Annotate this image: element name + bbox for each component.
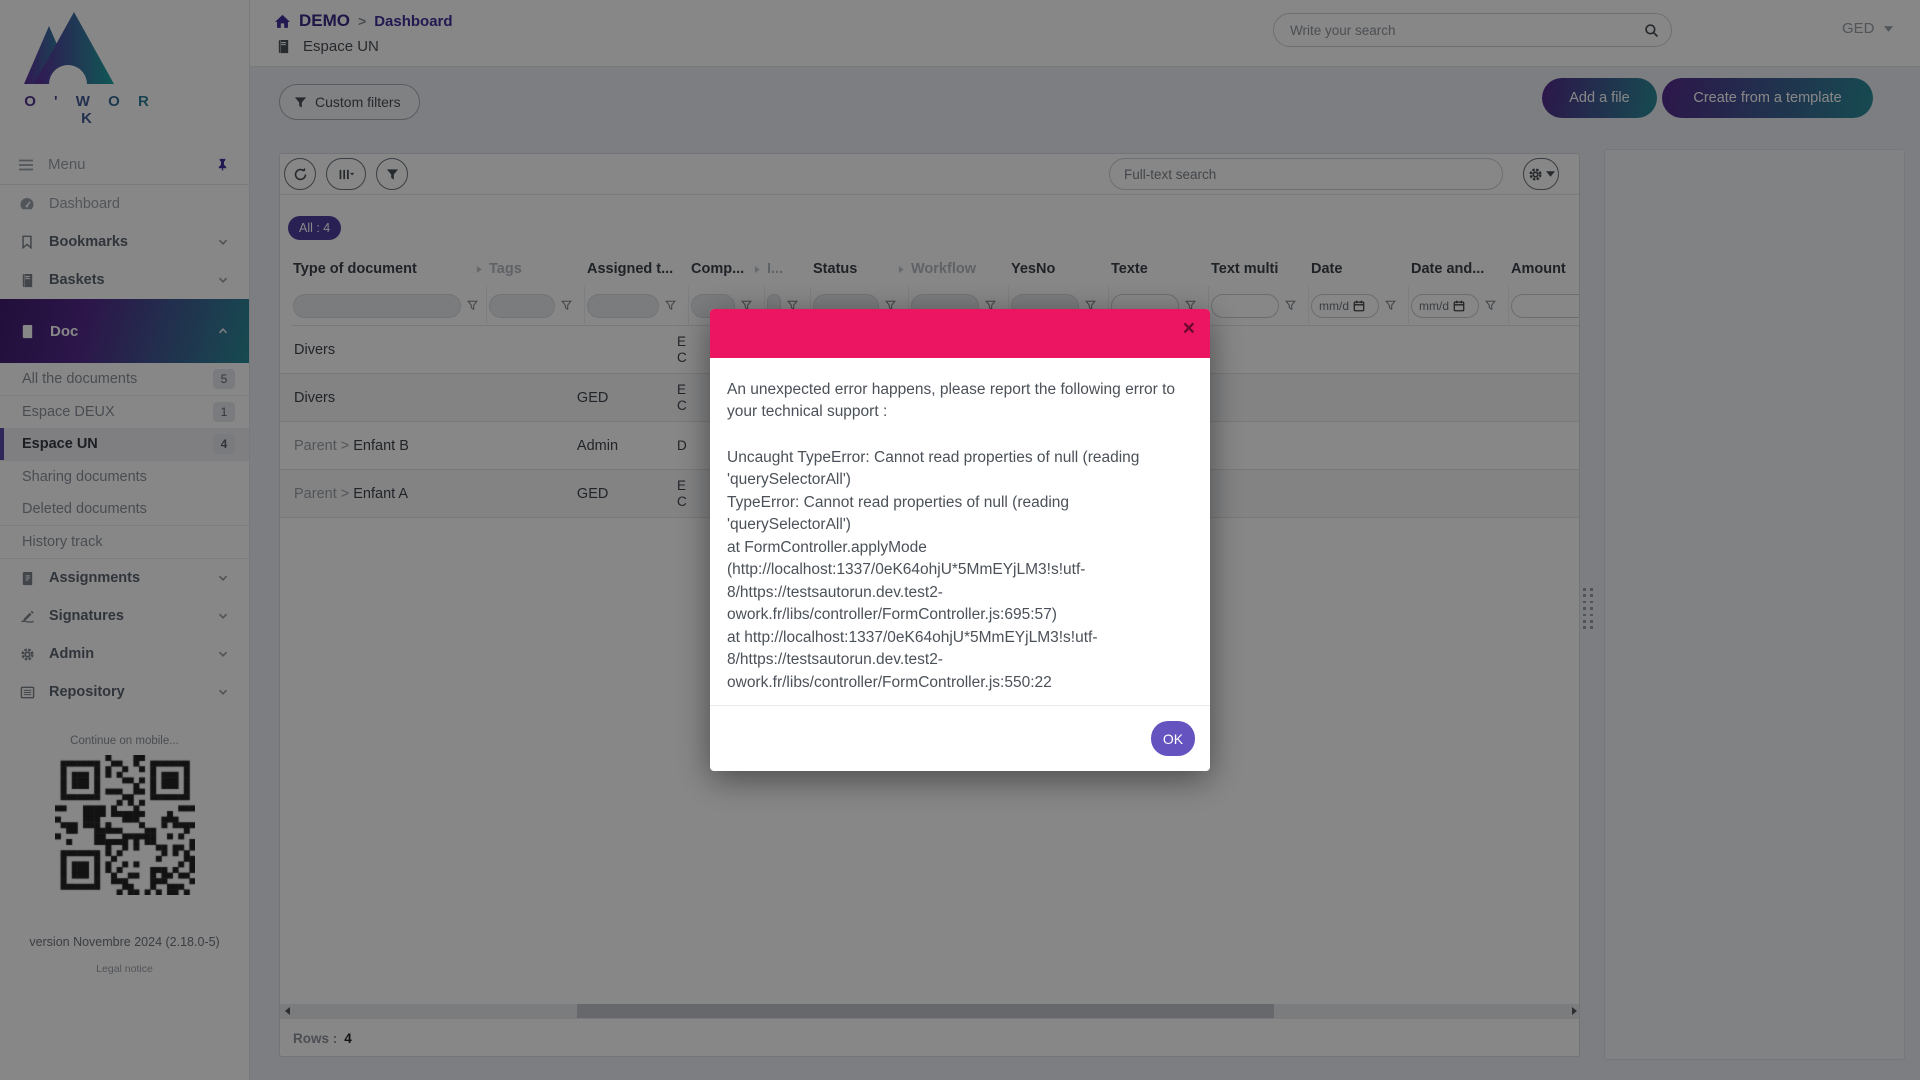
error-modal-header: × xyxy=(710,309,1210,358)
error-modal-body: An unexpected error happens, please repo… xyxy=(710,358,1210,705)
error-line: Uncaught TypeError: Cannot read properti… xyxy=(727,447,1194,492)
error-stacktrace: Uncaught TypeError: Cannot read properti… xyxy=(727,447,1194,694)
error-line: TypeError: Cannot read properties of nul… xyxy=(727,492,1194,537)
error-modal: × An unexpected error happens, please re… xyxy=(710,309,1210,771)
error-intro: An unexpected error happens, please repo… xyxy=(727,379,1194,424)
error-modal-footer: OK xyxy=(710,705,1210,771)
ok-button[interactable]: OK xyxy=(1151,721,1195,756)
error-line: at http://localhost:1337/0eK64ohjU*5MmEY… xyxy=(727,627,1194,694)
error-line: at FormController.applyMode (http://loca… xyxy=(727,537,1194,627)
close-icon[interactable]: × xyxy=(1183,318,1195,339)
